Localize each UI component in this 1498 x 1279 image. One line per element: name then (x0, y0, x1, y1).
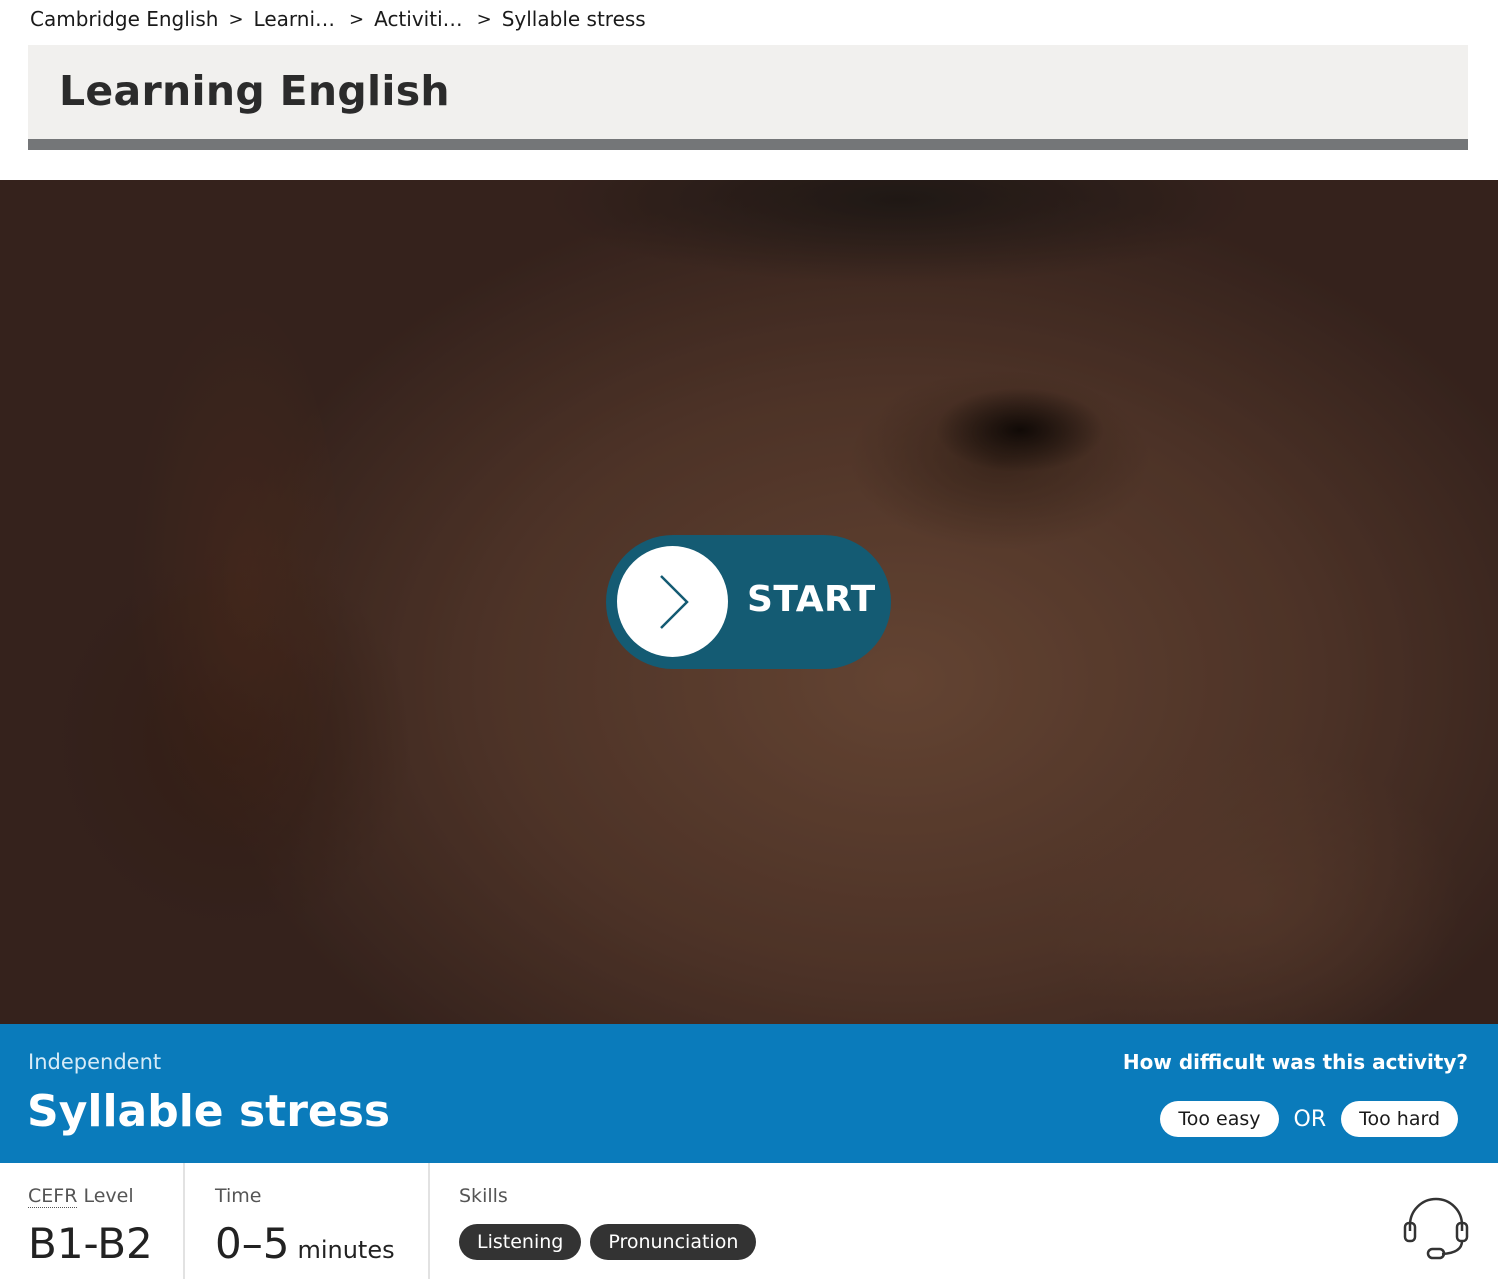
time-value-row: 0–5 minutes (215, 1219, 395, 1268)
header-divider (28, 139, 1468, 150)
column-divider (428, 1163, 430, 1279)
start-button-label: START (747, 579, 876, 620)
cefr-level-label: CEFR Level (28, 1185, 134, 1208)
start-button[interactable]: START (606, 535, 891, 669)
time: Time 0–5 minutes (215, 1163, 425, 1279)
skills-list: Listening Pronunciation (459, 1224, 765, 1260)
breadcrumb-link-cambridge-english[interactable]: Cambridge English (30, 7, 218, 31)
column-divider (183, 1163, 185, 1279)
breadcrumb-separator: > (476, 8, 492, 30)
cefr-level-label-text: Level (77, 1185, 134, 1207)
page-header: Learning English (28, 45, 1468, 139)
activity-banner: Independent Syllable stress How difficul… (0, 1024, 1498, 1163)
breadcrumb: Cambridge English > Learni… > Activiti… … (30, 4, 646, 34)
breadcrumb-separator: > (349, 8, 365, 30)
breadcrumb-separator: > (228, 8, 244, 30)
activity-details: CEFR Level B1-B2 Time 0–5 minutes Skills … (0, 1163, 1498, 1279)
too-hard-button[interactable]: Too hard (1341, 1101, 1458, 1137)
skills-label: Skills (459, 1185, 508, 1207)
headset-icon[interactable] (1400, 1195, 1472, 1263)
difficulty-question: How difficult was this activity? (1122, 1050, 1468, 1074)
too-easy-button[interactable]: Too easy (1160, 1101, 1279, 1137)
time-value: 0–5 (215, 1219, 290, 1268)
page-title: Learning English (59, 67, 450, 115)
difficulty-rating: Too easy OR Too hard (1160, 1101, 1458, 1137)
breadcrumb-current: Syllable stress (501, 7, 646, 31)
breadcrumb-link-activities[interactable]: Activiti… (374, 7, 463, 31)
chevron-right-icon (617, 546, 728, 657)
time-label: Time (215, 1185, 262, 1207)
cefr-level-value: B1-B2 (28, 1219, 153, 1268)
skill-tag-listening: Listening (459, 1224, 582, 1260)
activity-level: Independent (28, 1050, 162, 1074)
or-label: OR (1293, 1106, 1327, 1132)
cefr-level: CEFR Level B1-B2 (28, 1163, 178, 1279)
breadcrumb-link-learning[interactable]: Learni… (254, 7, 335, 31)
hero-image: START (0, 180, 1498, 1024)
skill-tag-pronunciation: Pronunciation (590, 1224, 757, 1260)
skills: Skills (459, 1163, 859, 1279)
activity-title: Syllable stress (27, 1086, 391, 1137)
cefr-abbreviation[interactable]: CEFR (28, 1185, 78, 1208)
time-unit: minutes (297, 1236, 395, 1264)
